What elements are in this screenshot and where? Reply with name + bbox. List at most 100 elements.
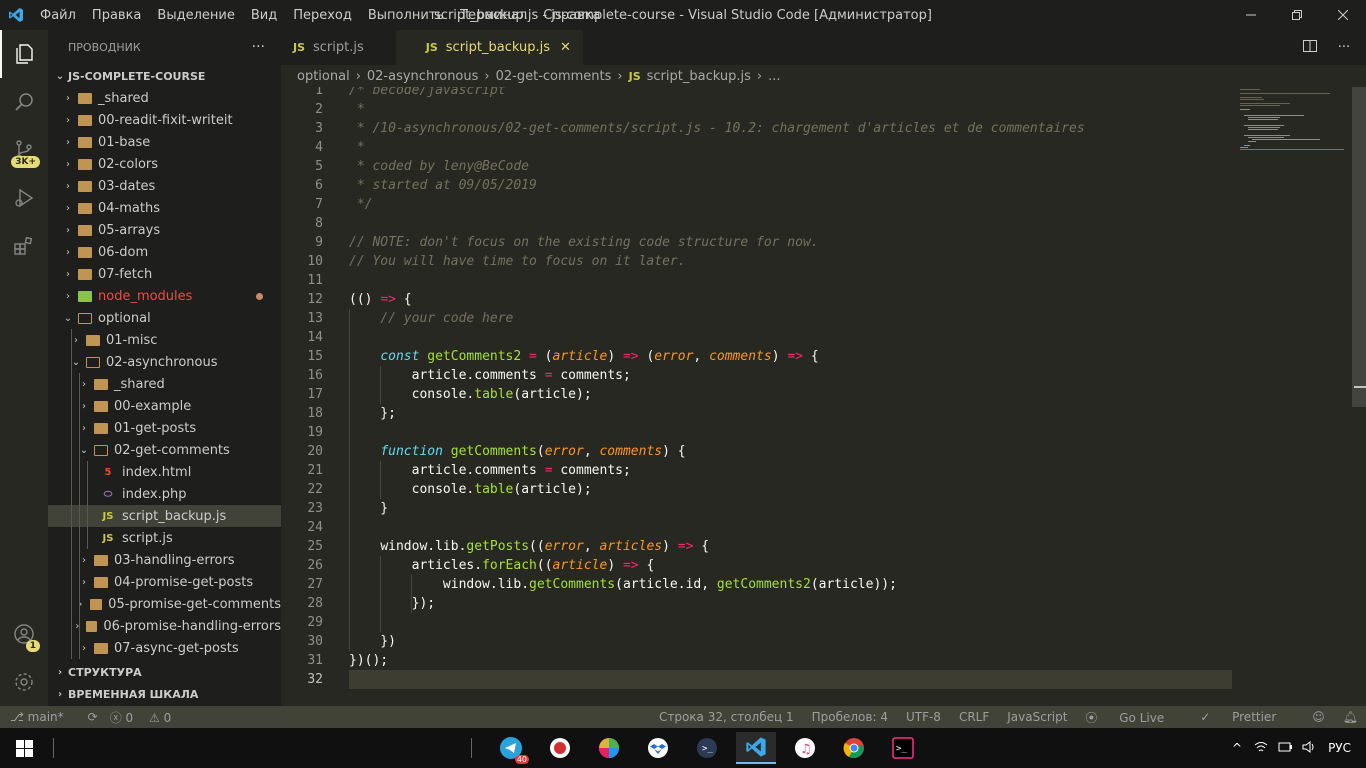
breadcrumb-item[interactable]: ...	[768, 69, 780, 84]
windows-start-icon[interactable]	[4, 732, 44, 764]
code-line[interactable]: 27 window.lib.getComments(article.id, ge…	[281, 575, 1366, 594]
record-icon[interactable]	[540, 732, 580, 764]
tree-folder[interactable]: ⌄ 02-asynchronous	[48, 351, 281, 373]
tree-file[interactable]: JS script.js	[48, 527, 281, 549]
code-line[interactable]: 25 window.lib.getPosts((error, articles)…	[281, 537, 1366, 556]
wifi-icon[interactable]	[1254, 741, 1268, 756]
tree-folder[interactable]: › 02-colors	[48, 153, 281, 175]
code-line[interactable]: 6 * started at 09/05/2019	[281, 176, 1366, 195]
run-debug-icon[interactable]	[0, 174, 48, 222]
code-line[interactable]: 32	[281, 670, 1366, 689]
more-actions-icon[interactable]: ···	[1332, 40, 1356, 55]
code-line[interactable]: 11	[281, 271, 1366, 290]
cursor-position[interactable]: Строка 32, столбец 1	[659, 710, 794, 724]
code-line[interactable]: 2 *	[281, 100, 1366, 119]
code-line[interactable]: 4 *	[281, 138, 1366, 157]
tree-folder[interactable]: › 01-base	[48, 131, 281, 153]
source-control-icon[interactable]: 3K+	[0, 126, 48, 174]
tree-folder[interactable]: › 03-dates	[48, 175, 281, 197]
minimize-button[interactable]	[1228, 0, 1274, 30]
code-line[interactable]: 19	[281, 423, 1366, 442]
tree-folder[interactable]: › _shared	[48, 373, 281, 395]
tree-folder[interactable]: › 00-readit-fixit-writeit	[48, 109, 281, 131]
tree-file[interactable]: JS script_backup.js	[48, 505, 281, 527]
code-editor[interactable]: 1/* becode/javascript 2 * 3 * /10-asynchro…	[281, 87, 1366, 706]
volume-icon[interactable]	[1302, 740, 1316, 756]
code-line[interactable]: 12 (() => {	[281, 290, 1366, 309]
tree-folder[interactable]: ⌄ 02-get-comments	[48, 439, 281, 461]
menu-item[interactable]: Файл	[32, 8, 84, 23]
indentation[interactable]: Пробелов: 4	[812, 710, 888, 724]
tree-folder[interactable]: › 03-handling-errors	[48, 549, 281, 571]
tree-folder[interactable]: › 05-promise-get-comments	[48, 593, 281, 615]
telegram-icon[interactable]: 40	[491, 732, 531, 764]
tab-script-js[interactable]: JS script.js	[281, 30, 376, 65]
code-line[interactable]: 23 }	[281, 499, 1366, 518]
branch-indicator[interactable]: ⎇ main*	[10, 710, 76, 724]
more-actions-icon[interactable]: ···	[252, 39, 265, 55]
input-language[interactable]: РУС	[1328, 741, 1351, 755]
notifications-icon[interactable]: 🔔︎	[1343, 710, 1358, 724]
feedback-icon[interactable]: ☺	[1312, 710, 1325, 724]
outline-section[interactable]: › СТРУКТУРА	[48, 661, 281, 683]
tree-folder[interactable]: › _shared	[48, 87, 281, 109]
tree-folder[interactable]: › 06-dom	[48, 241, 281, 263]
problems-indicator[interactable]: ⓧ 0 ⚠ 0	[110, 709, 184, 726]
tree-folder[interactable]: › 07-fetch	[48, 263, 281, 285]
go-live-button[interactable]: ⦿ Go Live	[1085, 709, 1182, 726]
code-line[interactable]: 31})();	[281, 651, 1366, 670]
menu-item[interactable]: Правка	[84, 8, 149, 23]
explorer-icon[interactable]	[0, 30, 48, 78]
code-line[interactable]: 7 */	[281, 195, 1366, 214]
color-picker-icon[interactable]	[589, 732, 629, 764]
tree-folder[interactable]: › 01-misc	[48, 329, 281, 351]
menu-item[interactable]: Справка	[535, 8, 608, 23]
code-line[interactable]: 8	[281, 214, 1366, 233]
vscode-taskbar-icon[interactable]	[736, 732, 776, 764]
tree-folder[interactable]: › 07-async-get-posts	[48, 637, 281, 659]
hyper-terminal-icon[interactable]: >_	[883, 732, 923, 764]
breadcrumb-item[interactable]: 02-asynchronous	[367, 69, 479, 84]
code-line[interactable]: 13 // your code here	[281, 309, 1366, 328]
code-line[interactable]: 3 * /10-asynchronous/02-get-comments/scr…	[281, 119, 1366, 138]
extensions-icon[interactable]	[0, 222, 48, 270]
menu-item[interactable]: Переход	[285, 8, 360, 23]
tree-folder[interactable]: › 04-promise-get-posts	[48, 571, 281, 593]
code-line[interactable]: 24	[281, 518, 1366, 537]
code-line[interactable]: 17 console.table(article);	[281, 385, 1366, 404]
tree-folder[interactable]: › 04-maths	[48, 197, 281, 219]
gear-icon[interactable]	[0, 658, 48, 706]
tree-file[interactable]: ⬭ index.php	[48, 483, 281, 505]
task-view-icon[interactable]	[44, 732, 64, 764]
minimap[interactable]	[1232, 87, 1352, 152]
tree-folder[interactable]: › 06-promise-handling-errors	[48, 615, 281, 637]
dropbox-icon[interactable]	[638, 732, 678, 764]
code-line[interactable]: 21 article.comments = comments;	[281, 461, 1366, 480]
timeline-section[interactable]: › ВРЕМЕННАЯ ШКАЛА	[48, 683, 281, 705]
itunes-icon[interactable]: ♫	[785, 732, 825, 764]
tree-folder[interactable]: › 01-get-posts	[48, 417, 281, 439]
workspace-root[interactable]: ⌄ JS-COMPLETE-COURSE	[48, 65, 281, 87]
code-line[interactable]: 10 // You will have time to focus on it l…	[281, 252, 1366, 271]
encoding[interactable]: UTF-8	[906, 710, 941, 724]
code-line[interactable]: 18 };	[281, 404, 1366, 423]
code-line[interactable]: 22 console.table(article);	[281, 480, 1366, 499]
line-ending[interactable]: CRLF	[959, 710, 989, 724]
breadcrumb-item[interactable]: optional	[297, 69, 350, 84]
search-icon[interactable]	[0, 78, 48, 126]
menu-item[interactable]: Терминал	[452, 8, 535, 23]
editor-scrollbar[interactable]	[1352, 87, 1366, 407]
show-hidden-icons-icon[interactable]: ^	[1232, 741, 1242, 755]
tree-file[interactable]: 5 index.html	[48, 461, 281, 483]
code-line[interactable]: 9 // NOTE: don't focus on the existing co…	[281, 233, 1366, 252]
code-line[interactable]: 15 const getComments2 = (article) => (er…	[281, 347, 1366, 366]
prettier-button[interactable]: ✓ Prettier	[1200, 710, 1294, 724]
chrome-icon[interactable]	[834, 732, 874, 764]
code-line[interactable]: 20 function getComments(error, comments)…	[281, 442, 1366, 461]
code-line[interactable]: 5 * coded by leny@BeCode	[281, 157, 1366, 176]
menu-item[interactable]: Выделение	[149, 8, 242, 23]
code-line[interactable]: 1 /* becode/javascript	[281, 87, 1366, 100]
language-mode[interactable]: JavaScript	[1007, 710, 1067, 724]
tab-script-backup-js[interactable]: JS script_backup.js ✕	[395, 30, 583, 65]
code-line[interactable]: 30 })	[281, 632, 1366, 651]
